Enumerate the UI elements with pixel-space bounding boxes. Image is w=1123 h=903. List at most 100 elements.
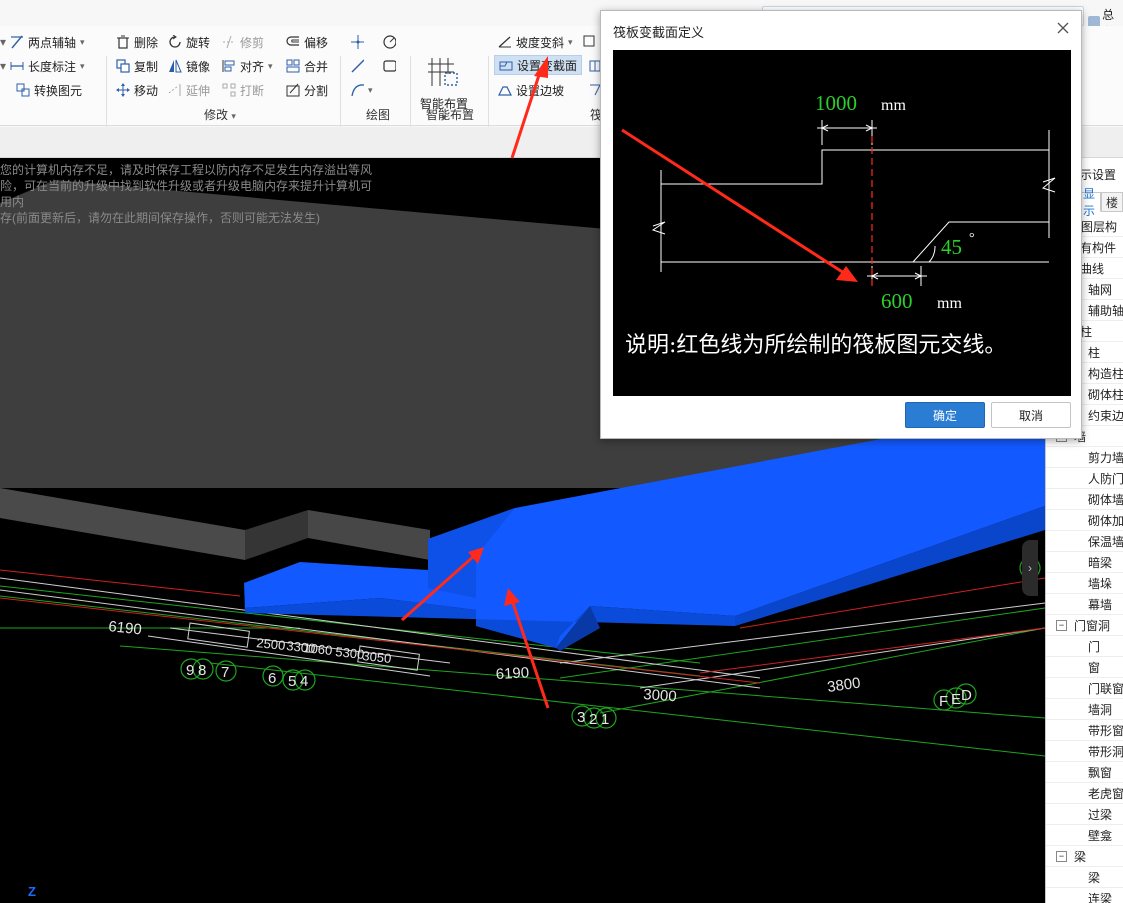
move-label: 移动 (134, 83, 159, 98)
tree-item-label: 壁龛 (1088, 828, 1113, 843)
collapse-toggle-icon[interactable]: − (1056, 850, 1067, 862)
rectangle-icon (382, 59, 396, 73)
two-point-axis-icon (10, 35, 24, 49)
variable-section-dialog: 筏板变截面定义 1000 mm 45 ° 600 mm 说明:红色线为所绘制的筏… (600, 10, 1082, 439)
tree-item-label: 砌体柱 (1088, 387, 1123, 402)
tree-item[interactable]: 飘窗 (1046, 762, 1123, 783)
variable-section-icon (499, 58, 513, 72)
move-icon (116, 83, 130, 97)
dropdown-caret-icon: ▾ (0, 59, 7, 73)
tree-item-label: 暗梁 (1088, 555, 1113, 570)
tree-item-label: 曲线 (1080, 261, 1105, 276)
tree-item-label: 约束边 (1088, 408, 1123, 423)
convert-element-label: 转换图元 (34, 83, 83, 98)
dim-label-1060: 1060 (303, 640, 333, 658)
draw-rect-button[interactable] (382, 56, 396, 76)
ok-button[interactable]: 确定 (905, 402, 985, 428)
tree-item[interactable]: 砌体加 (1046, 510, 1123, 531)
axis-label-4: 4 (300, 673, 308, 690)
tree-item-label: 保温墙 (1088, 534, 1123, 549)
smart-layout-icon (428, 56, 460, 91)
copy-button[interactable]: 复制 (116, 56, 158, 76)
slope-change-button[interactable]: 坡度变斜 ▾ (498, 32, 595, 52)
tree-item-label: 柱 (1088, 345, 1101, 360)
length-dim-icon (10, 59, 24, 73)
trim-button[interactable]: 修剪 (222, 32, 264, 52)
cancel-button[interactable]: 取消 (991, 402, 1071, 428)
set-slope-edge-button[interactable]: 设置边坡 (498, 80, 564, 100)
draw-line-button[interactable] (350, 56, 364, 76)
dim-label-3050: 3050 (362, 648, 392, 666)
circle-icon (382, 35, 396, 49)
axis-label-6: 6 (268, 670, 276, 687)
dropdown-caret-icon: ▾ (80, 36, 85, 47)
merge-icon (286, 59, 300, 73)
break-icon (222, 83, 236, 97)
draw-circle-button[interactable] (382, 32, 396, 52)
tree-item-label: 连梁 (1088, 891, 1113, 903)
group-label-draw: 绘图 (366, 108, 391, 122)
axis-label-E: E (951, 691, 961, 708)
dropdown-caret-icon: ▾ (80, 60, 85, 71)
tree-item[interactable]: 门 (1046, 636, 1123, 657)
tree-item[interactable]: 老虎窗 (1046, 783, 1123, 804)
draw-arc-button[interactable]: ▾ (350, 80, 373, 100)
length-dim-button[interactable]: ▾ 长度标注 ▾ (0, 56, 85, 76)
tree-item[interactable]: 壁龛 (1046, 825, 1123, 846)
tree-item[interactable]: 梁 (1046, 867, 1123, 888)
convert-icon (16, 83, 30, 97)
tree-group[interactable]: − 门窗洞 (1046, 615, 1123, 636)
tree-item[interactable]: 幕墙 (1046, 594, 1123, 615)
tree-item[interactable]: 人防门 (1046, 468, 1123, 489)
delete-button[interactable]: 删除 (116, 32, 158, 52)
group-label-modify[interactable]: 修改 ▾ (204, 106, 236, 123)
collapse-toggle-icon[interactable]: − (1056, 619, 1067, 631)
close-icon[interactable] (1055, 20, 1071, 36)
tree-item[interactable]: 保温墙 (1046, 531, 1123, 552)
offset-button[interactable]: 偏移 (286, 32, 328, 52)
tree-item[interactable]: 门联窗 (1046, 678, 1123, 699)
rotate-button[interactable]: 旋转 (168, 32, 210, 52)
move-button[interactable]: 移动 (116, 80, 158, 100)
break-label: 打断 (240, 83, 265, 98)
delete-label: 删除 (134, 35, 159, 50)
trim-label: 修剪 (240, 35, 265, 50)
crosshair-icon (350, 35, 364, 49)
tree-item[interactable]: 窗 (1046, 657, 1123, 678)
extend-button[interactable]: 延伸 (168, 80, 210, 100)
dialog-title: 筏板变截面定义 (613, 25, 705, 40)
draw-point-button[interactable] (350, 32, 364, 52)
panel-collapse-handle[interactable]: › (1022, 540, 1038, 596)
tree-item[interactable]: 墙垛 (1046, 573, 1123, 594)
tree-item-label: 砌体加 (1088, 513, 1123, 528)
group-label-smart: 智能布置 (426, 108, 475, 122)
tree-item[interactable]: 墙洞 (1046, 699, 1123, 720)
tree-item-label: 窗 (1088, 660, 1101, 675)
merge-button[interactable]: 合并 (286, 56, 328, 76)
set-variable-section-button[interactable]: 设置变截面 (494, 55, 583, 75)
two-point-axis-button[interactable]: ▾ 两点辅轴 ▾ (0, 32, 85, 52)
offset-unit: mm (937, 295, 962, 312)
tree-item[interactable]: 砌体墙 (1046, 489, 1123, 510)
tree-item-label: 幕墙 (1088, 597, 1113, 612)
dim-label-6190-left: 6190 (108, 618, 143, 638)
tree-item[interactable]: 连梁 (1046, 888, 1123, 903)
tree-item-label: 门联窗 (1088, 681, 1123, 696)
tree-item[interactable]: 带形窗 (1046, 720, 1123, 741)
tree-item-label: 轴网 (1088, 282, 1113, 297)
tree-item[interactable]: 剪力墙 (1046, 447, 1123, 468)
break-button[interactable]: 打断 (222, 80, 264, 100)
tree-group[interactable]: − 梁 (1046, 846, 1123, 867)
axis-label-8: 8 (198, 662, 206, 679)
set-variable-section-label: 设置变截面 (517, 58, 578, 73)
tree-item[interactable]: 过梁 (1046, 804, 1123, 825)
line-icon (350, 59, 364, 73)
tree-item[interactable]: 带形洞 (1046, 741, 1123, 762)
mirror-button[interactable]: 镜像 (168, 56, 210, 76)
align-button[interactable]: 对齐 ▾ (222, 56, 273, 76)
convert-element-button[interactable]: 转换图元 (16, 80, 82, 100)
split-button[interactable]: 分割 (286, 80, 328, 100)
tree-item[interactable]: 暗梁 (1046, 552, 1123, 573)
slope-icon (498, 35, 512, 49)
tab-floor[interactable]: 楼 (1100, 192, 1123, 212)
